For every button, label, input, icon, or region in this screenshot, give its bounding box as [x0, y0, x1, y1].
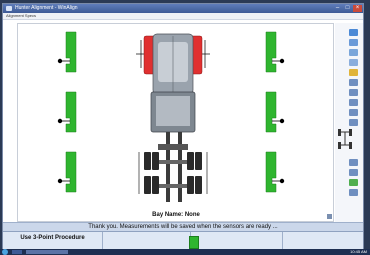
rear-tire	[144, 152, 151, 170]
close-button[interactable]: ×	[353, 5, 362, 12]
alignment-canvas: Bay Name: None	[17, 23, 334, 222]
rear-tire	[152, 152, 159, 170]
menu-bar: Alignment Specs	[3, 13, 363, 20]
sensor-icon	[265, 151, 277, 193]
right-sensors	[265, 31, 277, 193]
tool-icon[interactable]	[349, 189, 358, 196]
help-icon[interactable]	[349, 29, 358, 36]
sensor-dot	[57, 118, 63, 124]
rear-tire	[144, 176, 151, 194]
rear-axle	[159, 184, 187, 188]
tool-icon[interactable]	[349, 109, 358, 116]
tool-icon[interactable]	[349, 179, 358, 186]
resize-icon[interactable]	[327, 214, 332, 219]
tool-icon[interactable]	[349, 159, 358, 166]
sensor-dot	[279, 178, 285, 184]
rear-tire	[187, 152, 194, 170]
sensor-icon	[65, 31, 77, 73]
sensor-dot	[279, 58, 285, 64]
cab-roof	[156, 96, 190, 126]
tool-icon[interactable]	[349, 119, 358, 126]
sensor-dot	[57, 178, 63, 184]
side-toolbar	[335, 23, 363, 222]
menu-item-specs[interactable]: Alignment Specs	[6, 13, 36, 19]
sensor-dot	[279, 118, 285, 124]
maximize-button[interactable]: □	[343, 5, 352, 12]
tool-icon[interactable]	[349, 59, 358, 66]
rear-tire	[195, 176, 202, 194]
app-icon	[6, 6, 12, 11]
clock: 10:45 AM	[350, 249, 367, 254]
rear-tire	[187, 176, 194, 194]
sensor-icon	[265, 31, 277, 73]
alignment-diagram	[57, 31, 332, 219]
minimize-button[interactable]: –	[333, 5, 342, 12]
sensor-dot	[57, 58, 63, 64]
sensor-status-icon	[189, 236, 199, 249]
title-bar: Hunter Alignment - WinAlign – □ ×	[3, 4, 363, 13]
function-button-row: Use 3-Point Procedure	[3, 231, 363, 251]
rear-tire	[195, 152, 202, 170]
taskbar: 10:45 AM	[0, 249, 370, 255]
taskbar-window-button[interactable]	[26, 250, 68, 254]
left-sensors	[65, 31, 77, 193]
tool-icon[interactable]	[349, 99, 358, 106]
sensor-icon	[265, 91, 277, 133]
rear-axle	[159, 160, 187, 164]
sensor-icon	[65, 151, 77, 193]
window-title: Hunter Alignment - WinAlign	[15, 5, 78, 11]
warning-icon[interactable]	[349, 69, 358, 76]
truck-top-view	[136, 33, 210, 202]
crossmember	[158, 144, 188, 150]
start-button[interactable]	[2, 249, 8, 255]
tool-icon[interactable]	[349, 89, 358, 96]
tool-icon[interactable]	[349, 49, 358, 56]
tool-icon[interactable]	[349, 39, 358, 46]
taskbar-app-icon[interactable]	[12, 250, 22, 254]
axle-diagram-icon	[338, 129, 352, 149]
tool-icon[interactable]	[349, 169, 358, 176]
frame-rail-left	[166, 132, 170, 202]
frame-rail-right	[178, 132, 182, 202]
tool-icon[interactable]	[349, 79, 358, 86]
application-window: Hunter Alignment - WinAlign – □ × Alignm…	[2, 3, 364, 251]
bay-name-label: Bay Name: None	[152, 212, 200, 218]
sensor-icon	[65, 91, 77, 133]
rear-tire	[152, 176, 159, 194]
